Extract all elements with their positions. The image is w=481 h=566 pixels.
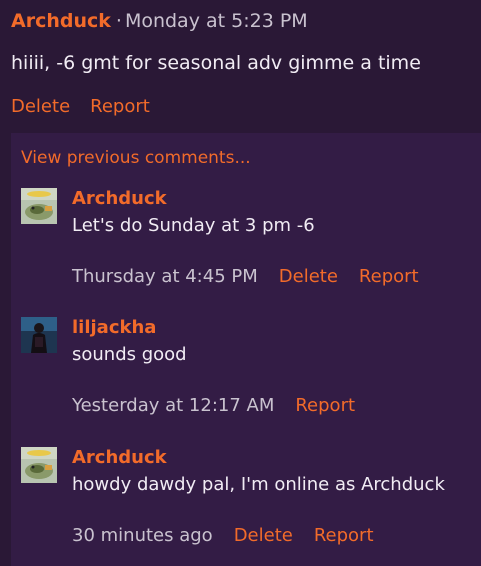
post-actions: Delete Report <box>11 96 150 118</box>
comment-author-link[interactable]: Archduck <box>72 188 167 210</box>
post-timestamp[interactable]: Monday at 5:23 PM <box>125 10 308 32</box>
comment-report-link[interactable]: Report <box>359 266 419 287</box>
comment-thread: Archduck · Monday at 5:23 PM hiiii, -6 gmt… <box>0 0 481 566</box>
post-header: Archduck · Monday at 5:23 PM <box>11 9 308 33</box>
comment-meta: 30 minutes ago Delete Report <box>72 525 374 547</box>
post-body: hiiii, -6 gmt for seasonal adv gimme a t… <box>11 52 421 74</box>
post-author-link[interactable]: Archduck <box>11 10 111 32</box>
post-separator: · <box>115 10 122 32</box>
comment-author-link[interactable]: liljackha <box>72 317 156 339</box>
comments-panel: View previous comments... Archduck Let's… <box>11 133 481 566</box>
post-report-link[interactable]: Report <box>90 96 150 117</box>
view-previous-comments-link[interactable]: View previous comments... <box>21 148 251 168</box>
comment-report-link[interactable]: Report <box>314 525 374 546</box>
comment-timestamp[interactable]: Thursday at 4:45 PM <box>72 266 258 287</box>
comment-text: sounds good <box>72 344 187 365</box>
post-delete-link[interactable]: Delete <box>11 96 70 117</box>
comment-timestamp[interactable]: 30 minutes ago <box>72 525 213 546</box>
duck-avatar-icon[interactable] <box>21 188 57 224</box>
comment-delete-link[interactable]: Delete <box>234 525 293 546</box>
comment-meta: Yesterday at 12:17 AM Report <box>72 395 355 417</box>
comment-text: howdy dawdy pal, I'm online as Archduck <box>72 474 445 495</box>
comment-text: Let's do Sunday at 3 pm -6 <box>72 215 315 236</box>
duck-avatar-icon[interactable] <box>21 447 57 483</box>
comment-report-link[interactable]: Report <box>295 395 355 416</box>
comment-meta: Thursday at 4:45 PM Delete Report <box>72 266 419 288</box>
comment-author-link[interactable]: Archduck <box>72 447 167 469</box>
comment-delete-link[interactable]: Delete <box>279 266 338 287</box>
comment-timestamp[interactable]: Yesterday at 12:17 AM <box>72 395 274 416</box>
person-avatar-icon[interactable] <box>21 317 57 353</box>
